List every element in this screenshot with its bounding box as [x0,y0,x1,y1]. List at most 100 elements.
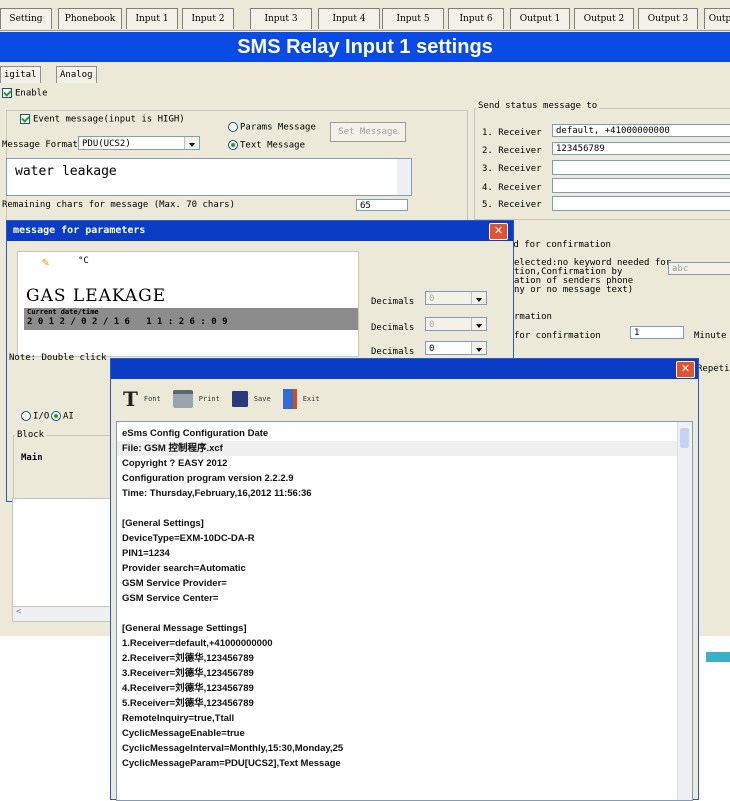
repetition-label: Repetit [697,364,730,374]
config-scroll-thumb[interactable] [680,428,689,448]
set-message-button[interactable]: Set Message [330,122,406,142]
keyword-input[interactable]: abc [668,262,730,275]
degree-label[interactable]: °C [78,256,89,266]
block-label: Block [15,430,47,440]
datetime-value: 2 0 1 2 / 0 2 / 1 6 1 1 : 2 6 : 0 9 [27,317,228,327]
receiver-3-input[interactable] [552,160,730,175]
tab-input-4[interactable]: Input 4 [318,8,380,29]
message-format-select[interactable]: PDU(UCS2) [78,136,200,150]
font-label[interactable]: Font [144,395,161,403]
enable-checkbox-row[interactable]: Enable [2,88,48,99]
close-icon[interactable]: ✕ [489,223,508,240]
io-radio-row[interactable]: I/O [21,411,49,422]
config-line: PIN1=1234 [122,548,170,559]
decimals-label-2: Decimals [371,323,415,333]
config-line: File: GSM 控制程序.xcf [117,441,692,456]
config-line: 5.Receiver=刘德华,123456789 [122,698,254,709]
chevron-down-icon[interactable] [471,342,486,354]
text-message-radio-row[interactable]: Text Message [228,140,305,151]
ai-label: AI [63,411,74,422]
ai-radio-row[interactable]: AI [51,411,74,422]
receiver-1-label: 1. Receiver [482,128,542,138]
event-checkbox-row[interactable]: Event message(input is HIGH) [20,114,185,125]
enable-checkbox[interactable] [2,88,12,98]
page-title: SMS Relay Input 1 settings [0,32,730,62]
receiver-4-input[interactable] [552,178,730,193]
config-line: CyclicMessageParam=PDU[UCS2],Text Messag… [122,758,341,769]
exit-label[interactable]: Exit [303,395,320,403]
ai-radio[interactable] [51,411,61,421]
tab-output-1[interactable]: Output 1 [510,8,570,29]
config-viewer-titlebar [111,359,698,379]
block-item-main[interactable]: Main [21,453,43,463]
tab-output-2[interactable]: Output 2 [574,8,634,29]
message-scrollbar[interactable] [397,159,411,195]
confirm-time-input[interactable]: 1 [630,326,684,339]
tab-input-3[interactable]: Input 3 [250,8,312,29]
config-lines: eSms Config Configuration Date File: GSM … [117,422,692,771]
config-line: 2.Receiver=刘德华,123456789 [122,653,254,664]
tab-digital[interactable]: igital [0,66,41,83]
chevron-down-icon[interactable] [184,137,199,149]
config-line: [General Settings] [122,518,204,529]
decimals-select-1[interactable]: 0 [425,291,487,305]
text-message-label: Text Message [240,140,306,151]
config-line: DeviceType=EXM-10DC-DA-R [122,533,255,544]
tab-phonebook[interactable]: Phonebook [58,8,122,29]
message-text-area[interactable]: water leakage [6,158,412,196]
decimals-label-3: Decimals [371,347,415,357]
chevron-down-icon[interactable] [471,292,486,304]
config-line: 3.Receiver=刘德华,123456789 [122,668,254,679]
tab-input-6[interactable]: Input 6 [448,8,504,29]
close-icon[interactable]: ✕ [676,361,695,378]
confirm-heading: rd for confirmation [508,240,611,250]
config-text-area[interactable]: eSms Config Configuration Date File: GSM … [116,421,693,801]
config-toolbar: T Font Print Save Exit [123,387,320,411]
event-checkbox[interactable] [20,114,30,124]
font-icon[interactable]: T [123,387,138,411]
tab-setting[interactable]: Setting [0,8,52,29]
io-label: I/O [33,411,50,422]
save-label[interactable]: Save [254,395,271,403]
exit-icon[interactable] [282,389,297,409]
remaining-label: Remaining chars for message (Max. 70 cha… [2,200,235,210]
config-line: RemoteInquiry=true,Ttall [122,713,235,724]
receiver-2-input[interactable]: 123456789 [552,142,730,155]
tab-input-1[interactable]: Input 1 [126,8,178,29]
config-line [117,501,692,516]
message-text: water leakage [15,164,117,179]
tab-output-4[interactable]: Outp [704,8,730,29]
datetime-label: Current date/time [27,308,99,316]
chevron-down-icon[interactable] [471,318,486,330]
config-line: CyclicMessageInterval=Monthly,15:30,Mond… [122,743,344,754]
receiver-2-label: 2. Receiver [482,146,542,156]
pen-icon[interactable]: ✎ [42,256,56,268]
save-icon[interactable] [231,391,248,407]
receiver-5-input[interactable] [552,196,730,211]
tab-output-3[interactable]: Output 3 [638,8,698,29]
decimals-select-3[interactable]: 0 [425,341,487,355]
config-line: GSM Service Provider= [122,578,227,589]
config-vertical-scrollbar[interactable] [677,422,692,800]
block-horizontal-scrollbar[interactable]: < [12,606,112,622]
text-message-radio[interactable] [228,140,238,150]
receiver-4-label: 4. Receiver [482,183,542,193]
tab-input-2[interactable]: Input 2 [182,8,234,29]
params-message-radio[interactable] [228,122,238,132]
block-list[interactable] [12,498,112,610]
decimals-select-2[interactable]: 0 [425,317,487,331]
config-line: Provider search=Automatic [122,563,246,574]
params-message-radio-row[interactable]: Params Message [228,122,316,133]
scroll-left-icon[interactable]: < [16,607,21,617]
io-radio[interactable] [21,411,31,421]
receiver-1-input[interactable]: default, +41000000000 [552,124,730,137]
tab-input-5[interactable]: Input 5 [382,8,444,29]
confirmation-label: rmation [514,312,552,322]
decimals-value-2: 0 [429,320,435,330]
config-line: CyclicMessageEnable=true [122,728,245,739]
receiver-5-label: 5. Receiver [482,200,542,210]
tab-analog[interactable]: Analog [56,66,97,83]
config-line: eSms Config Configuration Date [122,428,269,439]
print-icon[interactable] [172,390,193,408]
print-label[interactable]: Print [199,395,220,403]
